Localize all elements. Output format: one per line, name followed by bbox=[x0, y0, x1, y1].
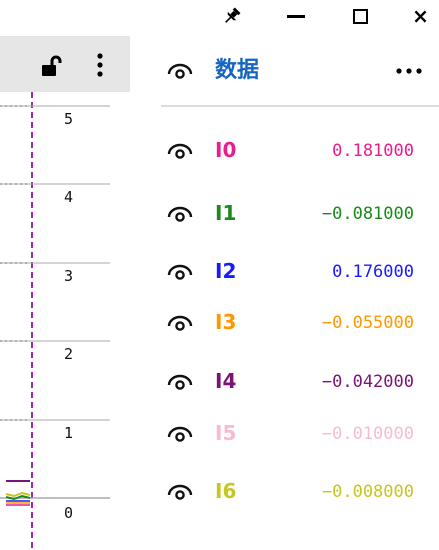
eye-icon[interactable] bbox=[167, 425, 193, 443]
more-vertical-icon[interactable] bbox=[92, 52, 108, 78]
variable-value: −0.008000 bbox=[321, 482, 414, 502]
lock-open-icon[interactable] bbox=[40, 54, 64, 78]
variable-row[interactable]: I2 0.176000 bbox=[161, 252, 439, 292]
variable-row[interactable]: I4 −0.042000 bbox=[161, 362, 439, 402]
variable-name: I2 bbox=[215, 259, 237, 283]
variable-name: I6 bbox=[215, 479, 237, 503]
variable-row[interactable]: I3 −0.055000 bbox=[161, 303, 439, 343]
eye-icon[interactable] bbox=[167, 263, 193, 281]
eye-icon[interactable] bbox=[167, 205, 193, 223]
y-tick-label: 4 bbox=[64, 188, 74, 206]
variable-name: I4 bbox=[215, 369, 237, 393]
variable-name: I1 bbox=[215, 201, 237, 225]
pin-icon bbox=[225, 7, 241, 23]
y-tick-label: 3 bbox=[64, 267, 74, 285]
more-horizontal-icon[interactable] bbox=[395, 62, 423, 80]
y-tick-label: 2 bbox=[64, 345, 74, 363]
variable-name: I5 bbox=[215, 421, 237, 445]
maximize-button[interactable] bbox=[342, 0, 378, 32]
graph-view[interactable]: 5 4 3 2 1 0 bbox=[0, 36, 130, 550]
eye-icon[interactable] bbox=[167, 142, 193, 160]
variable-row[interactable]: I5 −0.010000 bbox=[161, 414, 439, 454]
variable-value: −0.081000 bbox=[321, 204, 414, 224]
variable-value: −0.055000 bbox=[321, 313, 414, 333]
close-icon: × bbox=[412, 4, 429, 28]
maximize-icon bbox=[352, 8, 368, 24]
variable-row[interactable]: I6 −0.008000 bbox=[161, 472, 439, 512]
variable-name: I0 bbox=[215, 138, 237, 162]
variable-value: 0.181000 bbox=[332, 141, 414, 161]
variable-value: −0.042000 bbox=[321, 372, 414, 392]
minimize-button[interactable] bbox=[278, 0, 314, 32]
graph-canvas bbox=[0, 92, 110, 550]
variable-row[interactable]: I1 −0.081000 bbox=[161, 194, 439, 234]
variable-value: −0.010000 bbox=[321, 424, 414, 444]
data-traces bbox=[5, 480, 31, 506]
close-button[interactable]: × bbox=[402, 0, 439, 32]
y-tick-label: 1 bbox=[64, 424, 74, 442]
y-tick-label: 0 bbox=[64, 504, 74, 522]
gridlines bbox=[0, 105, 110, 499]
eye-icon[interactable] bbox=[167, 373, 193, 391]
app-window: × 5 4 3 2 1 0 数据 I0 0.181000 I1 −0.08100… bbox=[0, 0, 439, 550]
header-divider bbox=[161, 105, 439, 107]
minimize-icon bbox=[287, 14, 305, 18]
pin-button[interactable] bbox=[214, 0, 250, 32]
algebra-title: 数据 bbox=[215, 58, 260, 83]
algebra-view: 数据 I0 0.181000 I1 −0.081000 I2 0.176000 I3 −0.0… bbox=[161, 36, 439, 550]
graph-toolbar bbox=[0, 36, 130, 92]
y-tick-label: 5 bbox=[64, 110, 74, 128]
eye-icon[interactable] bbox=[167, 483, 193, 501]
variable-name: I3 bbox=[215, 310, 237, 334]
eye-icon[interactable] bbox=[167, 314, 193, 332]
algebra-header: 数据 bbox=[161, 36, 439, 107]
variable-value: 0.176000 bbox=[332, 262, 414, 282]
variable-row[interactable]: I0 0.181000 bbox=[161, 131, 439, 171]
eye-icon[interactable] bbox=[167, 62, 193, 80]
